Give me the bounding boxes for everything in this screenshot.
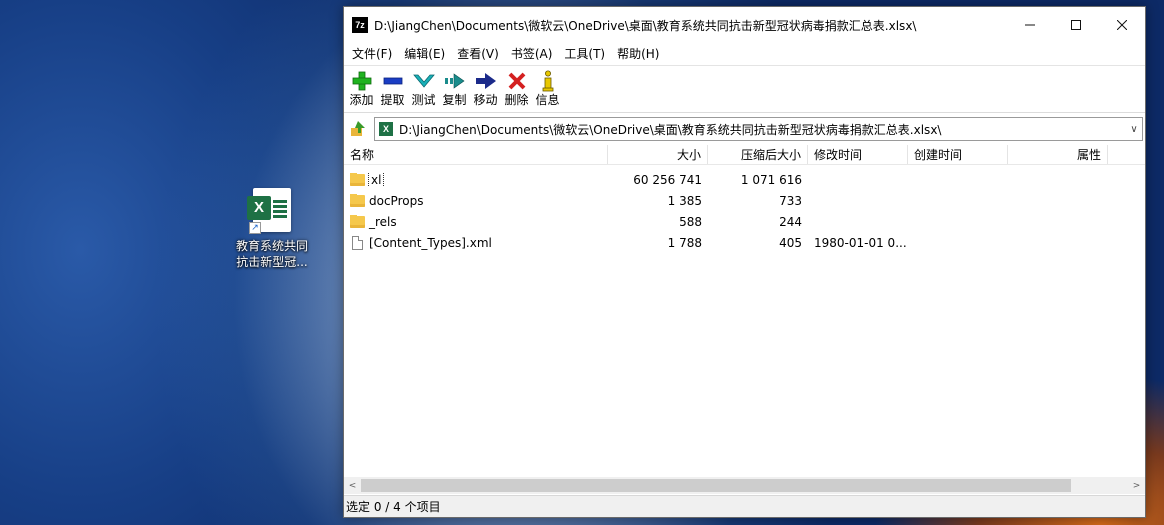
archive-window: 7z D:\JiangChen\Documents\微软云\OneDrive\桌… bbox=[343, 6, 1146, 518]
excel-file-icon: X ↗ bbox=[247, 188, 291, 234]
column-name[interactable]: 名称 bbox=[344, 145, 608, 164]
folder-icon bbox=[350, 193, 365, 207]
move-button[interactable]: 移动 bbox=[470, 66, 501, 108]
scroll-thumb[interactable] bbox=[361, 479, 1071, 492]
menu-view[interactable]: 查看(V) bbox=[451, 43, 505, 65]
file-row[interactable]: _rels 588 244 bbox=[344, 211, 1145, 232]
file-name: xl bbox=[367, 172, 385, 187]
checkmark-icon bbox=[412, 74, 435, 88]
file-modified: 1980-01-01 0... bbox=[814, 235, 907, 250]
desktop-icon-label: 教育系统共同抗击新型冠... bbox=[235, 239, 308, 269]
menu-bar: 文件(F) 编辑(E) 查看(V) 书签(A) 工具(T) 帮助(H) bbox=[344, 43, 1145, 65]
file-packed-size: 405 bbox=[779, 235, 802, 250]
file-row[interactable]: xl 60 256 741 1 071 616 bbox=[344, 169, 1145, 190]
add-button[interactable]: 添加 bbox=[346, 66, 377, 108]
address-path: D:\JiangChen\Documents\微软云\OneDrive\桌面\教… bbox=[399, 122, 942, 137]
extract-button[interactable]: 提取 bbox=[377, 66, 408, 108]
menu-bookmarks[interactable]: 书签(A) bbox=[505, 43, 559, 65]
maximize-button[interactable] bbox=[1053, 7, 1099, 43]
scroll-track[interactable] bbox=[361, 477, 1128, 494]
file-packed-size: 733 bbox=[779, 193, 802, 208]
folder-icon bbox=[350, 172, 365, 186]
file-name: _rels bbox=[369, 214, 397, 229]
file-size: 60 256 741 bbox=[633, 172, 702, 187]
address-bar: X D:\JiangChen\Documents\微软云\OneDrive\桌面… bbox=[344, 116, 1145, 142]
file-list: 名称 大小 压缩后大小 修改时间 创建时间 属性 xl 60 256 741 1… bbox=[344, 145, 1145, 475]
window-title: D:\JiangChen\Documents\微软云\OneDrive\桌面\教… bbox=[374, 18, 917, 33]
menu-edit[interactable]: 编辑(E) bbox=[398, 43, 451, 65]
copy-arrow-icon bbox=[444, 73, 465, 89]
excel-file-icon: X bbox=[379, 122, 393, 136]
info-icon bbox=[542, 70, 553, 92]
minimize-button[interactable] bbox=[1007, 7, 1053, 43]
file-size: 588 bbox=[679, 214, 702, 229]
address-combobox[interactable]: X D:\JiangChen\Documents\微软云\OneDrive\桌面… bbox=[374, 117, 1143, 141]
file-name: [Content_Types].xml bbox=[369, 235, 492, 250]
info-button[interactable]: 信息 bbox=[532, 66, 563, 108]
column-attributes[interactable]: 属性 bbox=[1008, 145, 1108, 164]
plus-icon bbox=[352, 71, 371, 91]
maximize-icon bbox=[1071, 20, 1081, 30]
column-created[interactable]: 创建时间 bbox=[908, 145, 1008, 164]
file-row[interactable]: docProps 1 385 733 bbox=[344, 190, 1145, 211]
menu-help[interactable]: 帮助(H) bbox=[611, 43, 665, 65]
minus-icon bbox=[383, 77, 402, 85]
test-button[interactable]: 测试 bbox=[408, 66, 439, 108]
toolbar: 添加 提取 测试 复制 移动 删除 信息 bbox=[344, 65, 1145, 113]
file-size: 1 788 bbox=[667, 235, 702, 250]
horizontal-scrollbar[interactable]: < > bbox=[344, 477, 1145, 494]
delete-x-icon bbox=[508, 72, 525, 90]
file-packed-size: 1 071 616 bbox=[740, 172, 802, 187]
scroll-right-icon[interactable]: > bbox=[1128, 481, 1145, 491]
file-row[interactable]: [Content_Types].xml 1 788 405 1980-01-01… bbox=[344, 232, 1145, 253]
shortcut-arrow-icon: ↗ bbox=[249, 222, 261, 234]
delete-button[interactable]: 删除 bbox=[501, 66, 532, 108]
column-packed-size[interactable]: 压缩后大小 bbox=[708, 145, 808, 164]
file-name: docProps bbox=[369, 193, 424, 208]
copy-button[interactable]: 复制 bbox=[439, 66, 470, 108]
file-packed-size: 244 bbox=[779, 214, 802, 229]
minimize-icon bbox=[1025, 24, 1035, 26]
up-folder-button[interactable] bbox=[346, 118, 370, 140]
close-button[interactable] bbox=[1099, 7, 1145, 43]
menu-tools[interactable]: 工具(T) bbox=[558, 43, 611, 65]
desktop-excel-file-icon[interactable]: X ↗ 教育系统共同抗击新型冠... bbox=[232, 188, 312, 270]
file-icon bbox=[352, 235, 363, 250]
close-icon bbox=[1117, 20, 1127, 30]
folder-icon bbox=[350, 214, 365, 228]
scroll-left-icon[interactable]: < bbox=[344, 481, 361, 491]
list-header: 名称 大小 压缩后大小 修改时间 创建时间 属性 bbox=[344, 145, 1145, 165]
column-size[interactable]: 大小 bbox=[608, 145, 708, 164]
chevron-down-icon[interactable]: ∨ bbox=[1126, 124, 1142, 135]
column-modified[interactable]: 修改时间 bbox=[808, 145, 908, 164]
folder-up-icon bbox=[351, 121, 365, 136]
menu-file[interactable]: 文件(F) bbox=[346, 43, 398, 65]
move-arrow-icon bbox=[475, 73, 496, 89]
7zip-app-icon: 7z bbox=[352, 17, 368, 33]
file-size: 1 385 bbox=[667, 193, 702, 208]
title-bar[interactable]: 7z D:\JiangChen\Documents\微软云\OneDrive\桌… bbox=[344, 7, 1145, 43]
status-bar: 选定 0 / 4 个项目 bbox=[344, 495, 1145, 517]
